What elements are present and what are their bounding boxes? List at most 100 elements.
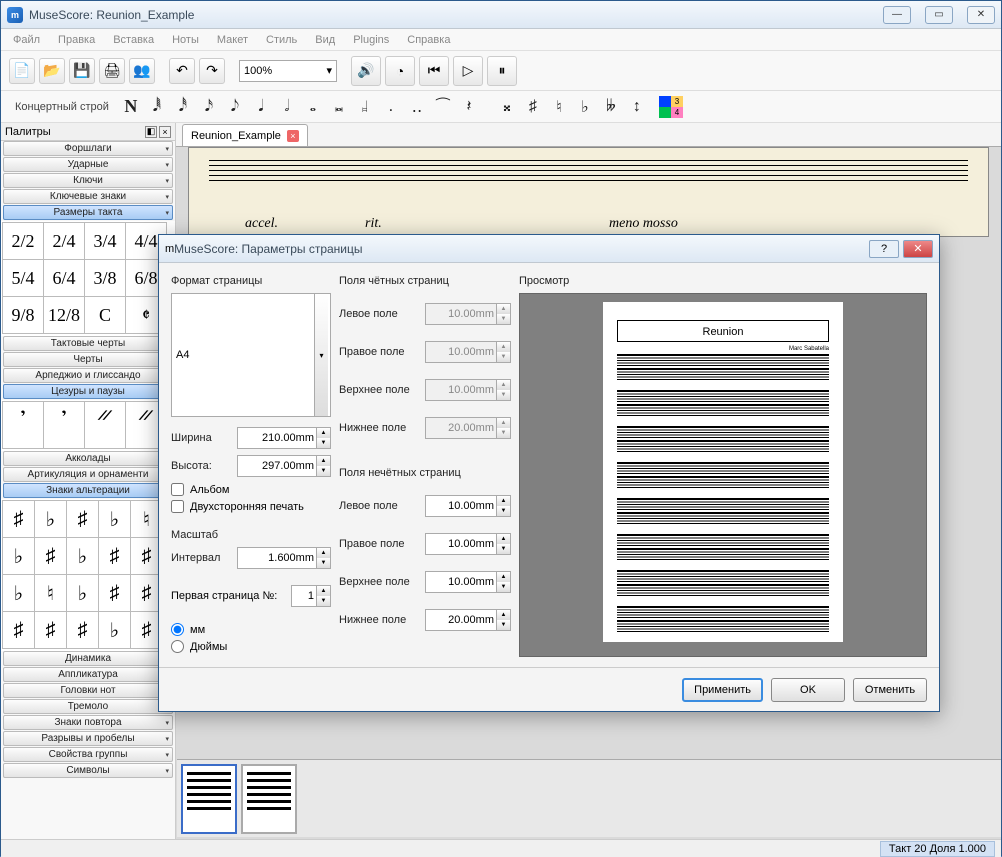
dot-button[interactable]: . [381,95,401,119]
double-flat-button[interactable]: 𝄫 [601,95,621,119]
palette-timesigs[interactable]: Размеры такта▾ [3,205,173,220]
open-file-button[interactable]: 📂 [39,58,65,84]
height-input[interactable]: 297.00mm▲▼ [237,455,331,477]
cancel-button[interactable]: Отменить [853,678,927,702]
palette-barlines[interactable]: Тактовые черты▾ [3,336,173,351]
palette-dynamics[interactable]: Динамика▾ [3,651,173,666]
timesig-cell[interactable]: 2/4 [43,222,85,260]
palette-noteheads[interactable]: Головки нот▾ [3,683,173,698]
even-top-input[interactable]: 10.00mm▲▼ [425,379,511,401]
acc-cell[interactable]: ♭ [98,500,131,538]
palette-drums[interactable]: Ударные▾ [3,157,173,172]
close-button[interactable]: ✕ [967,6,995,24]
palette-repeats[interactable]: Знаки повтора▾ [3,715,173,730]
acc-cell[interactable]: ♮ [34,574,67,612]
acc-cell[interactable]: ♭ [2,537,35,575]
page-thumbnail-2[interactable] [241,764,297,834]
odd-top-input[interactable]: 10.00mm▲▼ [425,571,511,593]
tab-close-icon[interactable]: × [287,130,299,142]
even-left-input[interactable]: 10.00mm▲▼ [425,303,511,325]
paper-size-select[interactable]: A4▾ [171,293,331,417]
acc-cell[interactable]: ♯ [98,537,131,575]
menu-edit[interactable]: Правка [50,32,103,48]
natural-button[interactable]: ♮ [549,95,569,119]
landscape-checkbox[interactable] [171,483,184,496]
voice-1[interactable] [659,96,671,107]
tie-button[interactable]: ⁀ [433,95,453,119]
rewind-button[interactable]: ⏮ [419,56,449,86]
play-button[interactable]: ▷ [453,56,483,86]
timesig-cell[interactable]: 9/8 [2,296,44,334]
acc-cell[interactable]: ♯ [34,537,67,575]
acc-cell[interactable]: ♭ [98,611,131,649]
voice-4[interactable]: 4 [671,107,683,118]
acc-cell[interactable]: ♯ [2,500,35,538]
palette-clefs[interactable]: Ключи▾ [3,173,173,188]
palette-beam[interactable]: Свойства группы▾ [3,747,173,762]
timesig-cell[interactable]: C [84,296,126,334]
timesig-cell[interactable]: 2/2 [2,222,44,260]
timesig-cell[interactable]: 5/4 [2,259,44,297]
ok-button[interactable]: OK [771,678,845,702]
sharp-button[interactable]: ♯ [523,95,543,119]
flip-button[interactable]: ↕ [627,95,647,119]
page-thumbnail-1[interactable] [181,764,237,834]
note-32[interactable]: 𝅘𝅥𝅰 [173,95,193,119]
palette-breaks[interactable]: Разрывы и пробелы▾ [3,731,173,746]
save-file-button[interactable]: 💾 [69,58,95,84]
menu-layout[interactable]: Макет [209,32,256,48]
unit-inch-radio[interactable] [171,640,184,653]
timesig-cell[interactable]: 6/4 [43,259,85,297]
odd-left-input[interactable]: 10.00mm▲▼ [425,495,511,517]
acc-cell[interactable]: ♭ [66,537,99,575]
rest-button[interactable]: 𝄽 [459,95,479,119]
note-1[interactable]: 𝅝 [303,95,323,119]
note-longa[interactable]: 𝆷 [355,95,375,119]
unit-mm-radio[interactable] [171,623,184,636]
menu-notes[interactable]: Ноты [164,32,207,48]
menu-view[interactable]: Вид [307,32,343,48]
odd-bottom-input[interactable]: 20.00mm▲▼ [425,609,511,631]
note-16[interactable]: 𝅘𝅥𝅯 [199,95,219,119]
metronome-button[interactable]: ◔ [385,56,415,86]
timesig-cell[interactable]: 12/8 [43,296,85,334]
minimize-button[interactable]: — [883,6,911,24]
even-right-input[interactable]: 10.00mm▲▼ [425,341,511,363]
menu-style[interactable]: Стиль [258,32,305,48]
voice-3[interactable]: 3 [671,96,683,107]
even-bottom-input[interactable]: 20.00mm▲▼ [425,417,511,439]
note-4[interactable]: 𝅘𝅥 [251,95,271,119]
timesig-cell[interactable]: 3/4 [84,222,126,260]
odd-right-input[interactable]: 10.00mm▲▼ [425,533,511,555]
palette-breaths[interactable]: Цезуры и паузы▾ [3,384,173,399]
concert-pitch-label[interactable]: Концертный строй [9,99,115,115]
palette-articulation[interactable]: Артикуляция и орнаменти▾ [3,467,173,482]
acc-cell[interactable]: ♯ [66,611,99,649]
note-64[interactable]: 𝅘𝅥𝅱 [147,95,167,119]
redo-button[interactable]: ↷ [199,58,225,84]
print-button[interactable]: 🖨 [99,58,125,84]
menu-file[interactable]: Файл [5,32,48,48]
sound-button[interactable]: 🔊 [351,56,381,86]
acc-cell[interactable]: ♯ [2,611,35,649]
menu-help[interactable]: Справка [399,32,458,48]
note-input-button[interactable]: N [121,95,141,119]
palette-tremolo[interactable]: Тремоло▾ [3,699,173,714]
acc-cell[interactable]: ♭ [66,574,99,612]
acc-cell[interactable]: ♯ [66,500,99,538]
breath-cell[interactable]: 𝄒 [43,401,85,449]
loop-button[interactable]: ⏸ [487,56,517,86]
palette-undock-icon[interactable]: ◧ [145,126,157,138]
menu-insert[interactable]: Вставка [105,32,162,48]
new-file-button[interactable]: 📄 [9,58,35,84]
palette-accidentals[interactable]: Знаки альтерации▾ [3,483,173,498]
duplex-checkbox[interactable] [171,500,184,513]
width-input[interactable]: 210.00mm▲▼ [237,427,331,449]
double-sharp-button[interactable]: 𝄪 [497,95,517,119]
breath-cell[interactable]: 𝄓 [84,401,126,449]
acc-cell[interactable]: ♯ [98,574,131,612]
palette-grace[interactable]: Форшлаги▾ [3,141,173,156]
timesig-cell[interactable]: 3/8 [84,259,126,297]
palette-symbols[interactable]: Символы▾ [3,763,173,778]
maximize-button[interactable]: ▭ [925,6,953,24]
